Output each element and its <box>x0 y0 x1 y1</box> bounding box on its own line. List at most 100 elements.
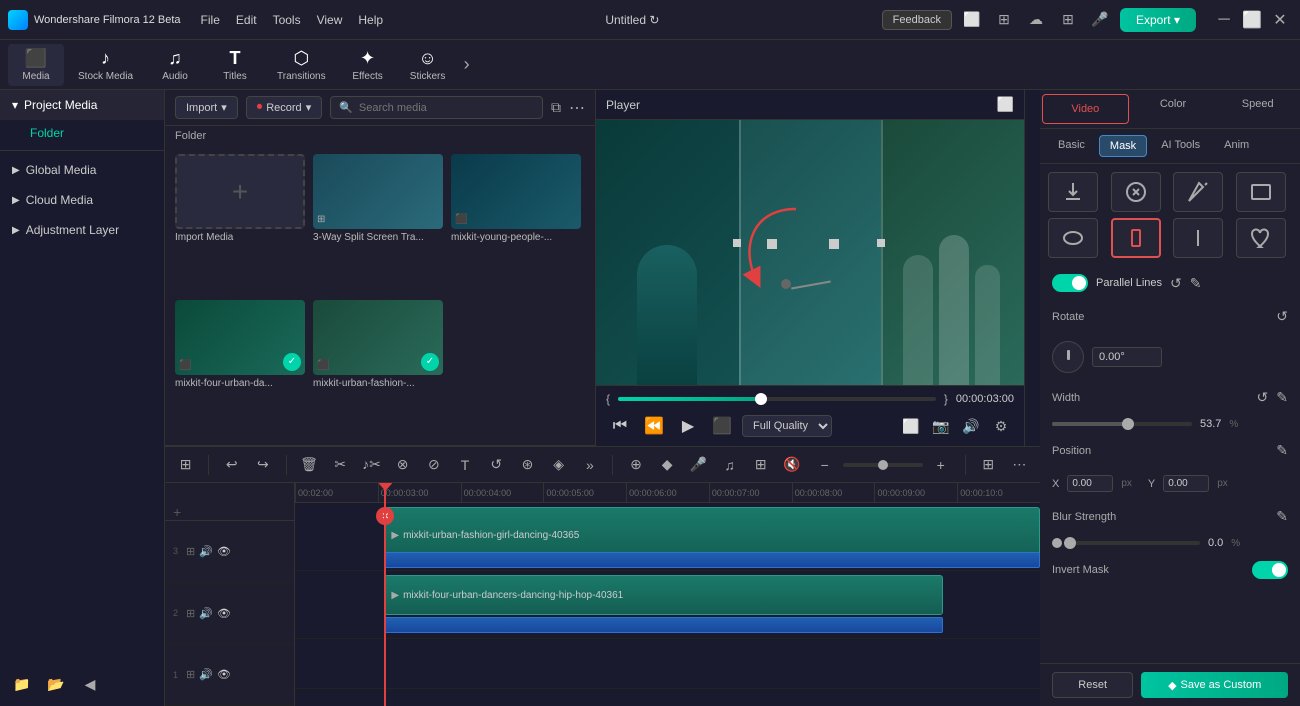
filter-button[interactable]: ⧉ <box>551 99 561 116</box>
position-edit-icon[interactable]: ✎ <box>1276 442 1288 459</box>
zoom-slider[interactable] <box>843 463 923 467</box>
invert-mask-toggle[interactable] <box>1252 561 1288 579</box>
mic-icon[interactable]: 🎤 <box>1088 8 1112 32</box>
left-brace[interactable]: { <box>606 392 610 406</box>
text-button[interactable]: T <box>452 451 477 479</box>
reset-button[interactable]: Reset <box>1052 672 1133 698</box>
width-handle[interactable] <box>1122 418 1134 430</box>
width-slider[interactable] <box>1052 422 1192 426</box>
stamp-button[interactable]: ⊛ <box>515 451 540 479</box>
delete-button[interactable]: 🗑 <box>296 451 321 479</box>
rotate-button[interactable]: ↺ <box>484 451 509 479</box>
audio-cut-button[interactable]: ♪✂ <box>359 451 384 479</box>
handle-right[interactable] <box>877 239 885 247</box>
minimize-button[interactable]: ─ <box>1212 8 1236 32</box>
parallel-lines-reset-icon[interactable]: ↺ <box>1170 275 1182 292</box>
more-tools-button[interactable]: » <box>577 451 602 479</box>
mask-line-button[interactable] <box>1173 218 1223 258</box>
add-folder-icon[interactable]: 📂 <box>42 670 70 698</box>
list-item[interactable]: ⊞ 3-Way Split Screen Tra... <box>313 154 443 292</box>
split-button[interactable]: ⊘ <box>421 451 446 479</box>
player-display-icon[interactable]: ⬜ <box>997 96 1014 113</box>
save-custom-button[interactable]: ◆ Save as Custom <box>1141 672 1288 698</box>
frame-back-button[interactable]: ⏪ <box>640 412 668 440</box>
blur-edit-icon[interactable]: ✎ <box>1276 508 1288 525</box>
sub-tab-mask[interactable]: Mask <box>1099 135 1147 157</box>
tab-speed[interactable]: Speed <box>1215 90 1300 128</box>
parallel-lines-toggle[interactable] <box>1052 274 1088 292</box>
screenshot-button[interactable]: 📷 <box>928 413 954 439</box>
monitor-button[interactable]: ⬜ <box>898 413 924 439</box>
volume-button[interactable]: 🔊 <box>958 413 984 439</box>
folder-item[interactable]: Folder <box>0 120 164 146</box>
timeline-grid-button[interactable]: ⊞ <box>173 451 198 479</box>
list-item[interactable]: + Import Media <box>175 154 305 292</box>
sub-tab-ai-tools[interactable]: AI Tools <box>1151 135 1210 157</box>
playhead[interactable] <box>384 483 386 706</box>
music-button[interactable]: ♫ <box>717 451 742 479</box>
track-lock-icon[interactable]: ⊞ <box>186 545 195 558</box>
mask-off-button[interactable]: ⊗ <box>390 451 415 479</box>
mask-download-button[interactable] <box>1048 172 1098 212</box>
mask-rect-button[interactable] <box>1236 172 1286 212</box>
zoom-in-button[interactable]: + <box>927 451 955 479</box>
composite-button[interactable]: ◈ <box>546 451 571 479</box>
search-input[interactable] <box>359 102 534 114</box>
right-brace[interactable]: } <box>944 392 948 406</box>
tl-clip-2[interactable]: ▶ mixkit-four-urban-dancers-dancing-hip-… <box>384 575 943 615</box>
mask-ellipse-button[interactable] <box>1048 218 1098 258</box>
list-item[interactable]: ⬛ ✓ mixkit-four-urban-da... <box>175 300 305 438</box>
sidebar-item-cloud-media[interactable]: ▶ Cloud Media <box>0 185 164 215</box>
layout-toggle-button[interactable]: ⊞ <box>976 451 1001 479</box>
undo-button[interactable]: ↩ <box>219 451 244 479</box>
collapse-panel-icon[interactable]: ◀ <box>76 670 104 698</box>
mask-heart-button[interactable] <box>1236 218 1286 258</box>
redo-button[interactable]: ↪ <box>250 451 275 479</box>
track-mute-icon[interactable]: 🔊 <box>199 545 213 558</box>
progress-handle[interactable] <box>755 393 767 405</box>
track-mute-icon[interactable]: 🔊 <box>199 607 213 620</box>
mask-circle-x-button[interactable] <box>1111 172 1161 212</box>
export-button[interactable]: Export ▾ <box>1120 8 1196 32</box>
toolbar-more-button[interactable]: › <box>460 54 474 75</box>
zoom-out-button[interactable]: − <box>811 451 839 479</box>
list-item[interactable]: ⬛ ✓ mixkit-urban-fashion-... <box>313 300 443 438</box>
mic-button[interactable]: 🎤 <box>686 451 711 479</box>
list-item[interactable]: ⬛ mixkit-young-people-... <box>451 154 581 292</box>
mask-parallel-button[interactable] <box>1111 218 1161 258</box>
parallel-lines-edit-icon[interactable]: ✎ <box>1190 275 1202 292</box>
lock-button[interactable]: ◆ <box>655 451 680 479</box>
snap-button[interactable]: ⊕ <box>623 451 648 479</box>
add-track-top-button[interactable]: + <box>173 504 181 520</box>
tab-video[interactable]: Video <box>1042 94 1129 124</box>
toolbar-effects[interactable]: ✦ Effects <box>340 44 396 86</box>
track-visible-icon[interactable]: 👁 <box>217 545 231 558</box>
record-button[interactable]: ⏺ Record ▾ <box>246 96 323 119</box>
menu-file[interactable]: File <box>201 13 220 27</box>
mask-paint-button[interactable] <box>1173 172 1223 212</box>
toolbar-titles[interactable]: T Titles <box>207 44 263 86</box>
cut-button[interactable]: ✂ <box>328 451 353 479</box>
position-y-input[interactable] <box>1163 475 1209 492</box>
toolbar-transitions[interactable]: ⬡ Transitions <box>267 44 336 86</box>
monitor-icon[interactable]: ⬜ <box>960 8 984 32</box>
more-button[interactable]: ⋯ <box>1007 451 1032 479</box>
toolbar-stock-media[interactable]: ♪ Stock Media <box>68 44 143 86</box>
menu-tools[interactable]: Tools <box>273 13 301 27</box>
menu-help[interactable]: Help <box>358 13 383 27</box>
blur-handle[interactable] <box>1064 537 1076 549</box>
menu-view[interactable]: View <box>317 13 343 27</box>
track-mute-icon[interactable]: 🔊 <box>199 668 213 681</box>
rotate-input[interactable] <box>1092 347 1162 367</box>
rotate-reset-icon[interactable]: ↺ <box>1276 308 1288 325</box>
sub-tab-anim[interactable]: Anim <box>1214 135 1259 157</box>
close-button[interactable]: ✕ <box>1268 8 1292 32</box>
skip-back-button[interactable]: ⏮ <box>606 412 634 440</box>
sidebar-item-adjustment-layer[interactable]: ▶ Adjustment Layer <box>0 215 164 245</box>
toolbar-media[interactable]: ⬛ Media <box>8 44 64 86</box>
blur-slider[interactable] <box>1070 541 1200 545</box>
cloud-icon[interactable]: ☁ <box>1024 8 1048 32</box>
track-lock-icon[interactable]: ⊞ <box>186 607 195 620</box>
feedback-button[interactable]: Feedback <box>882 10 952 30</box>
mute-button[interactable]: 🔇 <box>779 451 804 479</box>
